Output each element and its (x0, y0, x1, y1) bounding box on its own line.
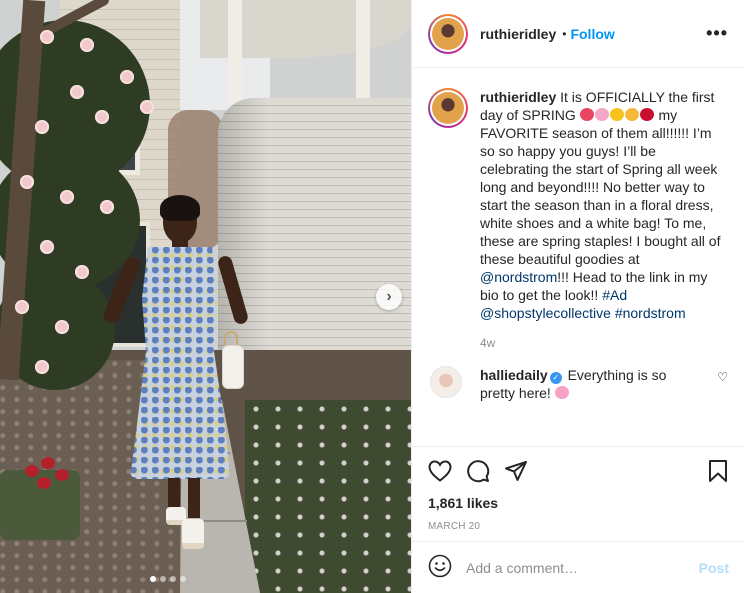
comment-input[interactable] (466, 559, 686, 576)
carousel-dot (170, 576, 176, 582)
action-bar (428, 447, 729, 495)
comment-text: halliedaily ✓ Everything is so pretty her… (480, 366, 695, 402)
floral-dress (130, 247, 230, 479)
hashtag-nordstrom[interactable]: #nordstrom (615, 305, 686, 321)
carousel-next-button[interactable]: › (376, 284, 402, 310)
actions-area: 1,861 likes MARCH 20 (412, 446, 744, 532)
blossom-emoji (594, 108, 609, 121)
commenter-username[interactable]: halliedaily (480, 367, 548, 383)
comment-item: halliedaily ✓ Everything is so pretty her… (428, 366, 728, 402)
emoji-picker-icon[interactable] (428, 554, 452, 581)
post-photo[interactable]: › (0, 0, 411, 593)
share-icon[interactable] (504, 460, 528, 482)
more-options-icon[interactable]: ••• (706, 23, 728, 44)
woman-in-floral-dress (101, 195, 250, 565)
verified-badge-icon: ✓ (549, 372, 562, 384)
caption-username[interactable]: ruthieridley (480, 89, 556, 105)
red-flowers (25, 455, 85, 495)
carousel-dots (150, 576, 186, 582)
carousel-dot (150, 576, 156, 582)
author-avatar[interactable] (428, 13, 468, 54)
comment-icon[interactable] (466, 459, 490, 483)
caption-text: ruthieridley It is OFFICIALLY the first … (480, 88, 722, 322)
carousel-dot (180, 576, 186, 582)
hashtag-ad[interactable]: #Ad (602, 287, 627, 303)
mention-nordstrom[interactable]: @nordstrom (480, 269, 557, 285)
post-header: ruthieridley • Follow ••• (412, 0, 744, 68)
add-comment-bar: Post (412, 541, 744, 593)
hibiscus-emoji (579, 108, 594, 121)
sunflower-emoji (609, 108, 624, 121)
author-username[interactable]: ruthieridley (480, 26, 556, 42)
post-sidebar: ruthieridley • Follow ••• ruthieridley I… (411, 0, 744, 593)
bookmark-icon[interactable] (707, 459, 729, 483)
comments-section: ruthieridley It is OFFICIALLY the first … (412, 68, 744, 446)
caption-avatar[interactable] (428, 88, 468, 128)
white-shoe (182, 519, 204, 549)
white-bag (222, 345, 244, 389)
grass-with-petals (245, 400, 411, 593)
caption-part: my FAVORITE season of them all!!!!!! I’m… (480, 107, 721, 267)
heart-icon[interactable] (428, 460, 452, 482)
flower-emojis (579, 107, 659, 123)
cherry-blossom-emoji (554, 386, 569, 399)
likes-count[interactable]: 1,861 likes (428, 495, 729, 511)
porch-pillar (356, 0, 370, 100)
caption: ruthieridley It is OFFICIALLY the first … (428, 88, 728, 322)
commenter-avatar[interactable] (430, 366, 462, 398)
comment-like-icon[interactable]: ♡ (717, 370, 728, 384)
bouquet-emoji (624, 108, 639, 121)
instagram-post: › ruthieridley • Follow ••• ruthieridley… (0, 0, 744, 593)
post-comment-button[interactable]: Post (699, 560, 729, 576)
caption-timestamp[interactable]: 4w (480, 336, 728, 350)
mention-shopstylecollective[interactable]: @shopstylecollective (480, 305, 611, 321)
follow-button[interactable]: Follow (570, 26, 614, 42)
carousel-dot (160, 576, 166, 582)
rose-emoji (639, 108, 654, 121)
post-date[interactable]: MARCH 20 (428, 521, 729, 532)
separator-dot: • (562, 26, 567, 41)
